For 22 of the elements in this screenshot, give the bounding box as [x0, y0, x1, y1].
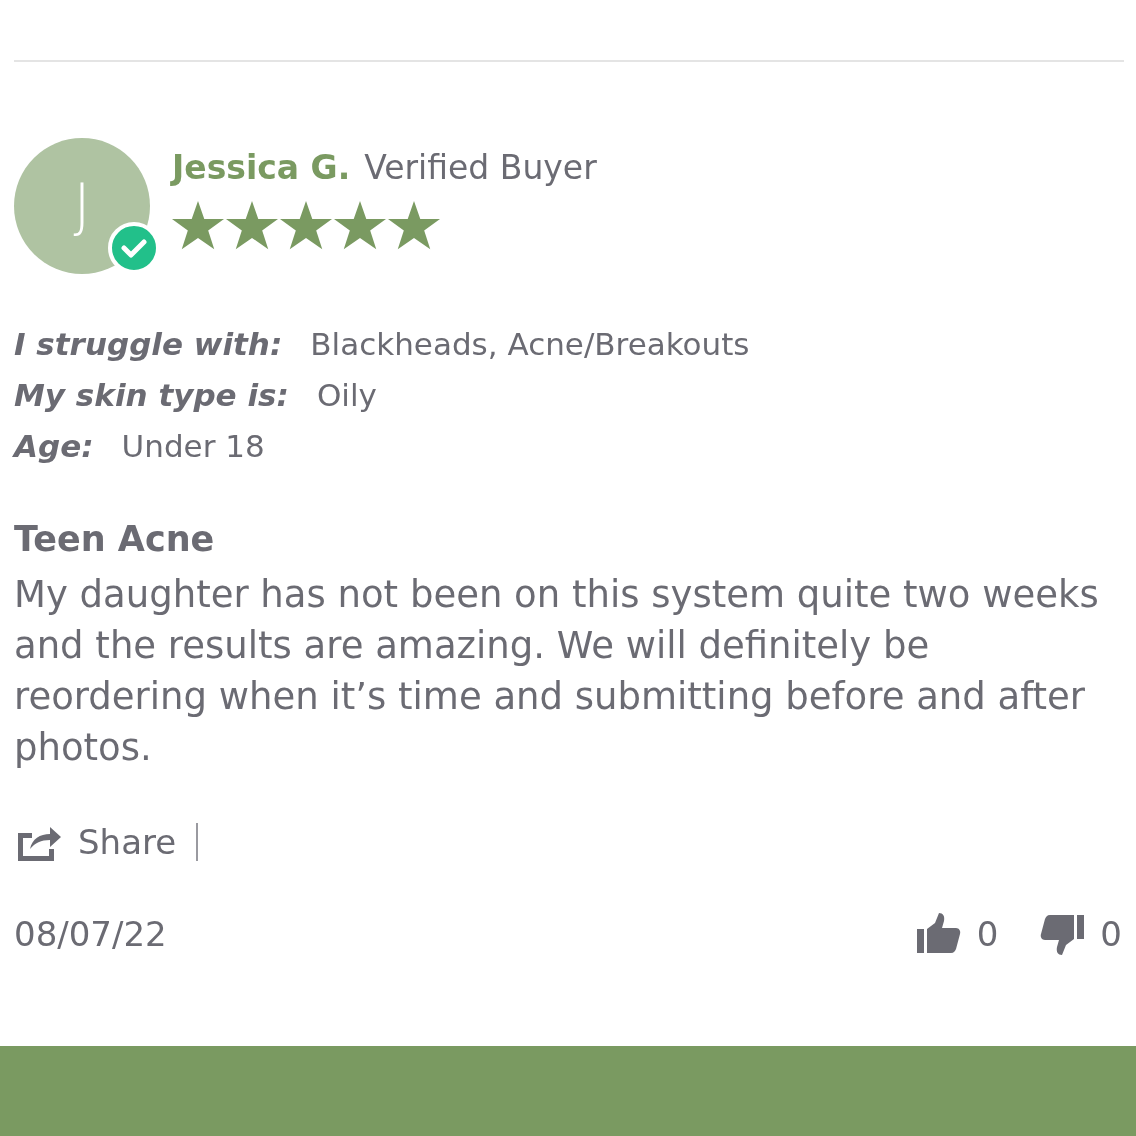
review-body: My daughter has not been on this system quite two weeks and the results are amazing. We will definitely be reordering when it’s time and submitting before and after photos. — [14, 572, 1100, 771]
detail-value: Blackheads, Acne/Breakouts — [310, 326, 750, 362]
star-icon — [388, 201, 440, 251]
verified-buyer-label: Verified Buyer — [364, 148, 597, 187]
avatar: J — [14, 138, 150, 274]
detail-label: I struggle with: — [14, 326, 283, 362]
share-button[interactable]: Share — [14, 823, 199, 861]
review-date: 08/07/22 — [14, 914, 167, 954]
star-icon — [280, 201, 332, 251]
author-name: Jessica G. — [172, 148, 351, 187]
thumbs-up-button[interactable]: 0 — [916, 913, 999, 955]
thumbs-down-icon — [1040, 913, 1085, 955]
thumbs-up-icon — [916, 913, 961, 955]
detail-value: Under 18 — [121, 428, 265, 464]
thumbs-down-button[interactable]: 0 — [1040, 913, 1122, 955]
star-icon — [226, 201, 278, 251]
detail-label: My skin type is: — [14, 377, 289, 413]
star-icon — [172, 201, 224, 251]
star-icon — [334, 201, 386, 251]
review-title: Teen Acne — [14, 519, 216, 559]
detail-value: Oily — [316, 377, 377, 413]
detail-label: Age: — [14, 428, 94, 464]
